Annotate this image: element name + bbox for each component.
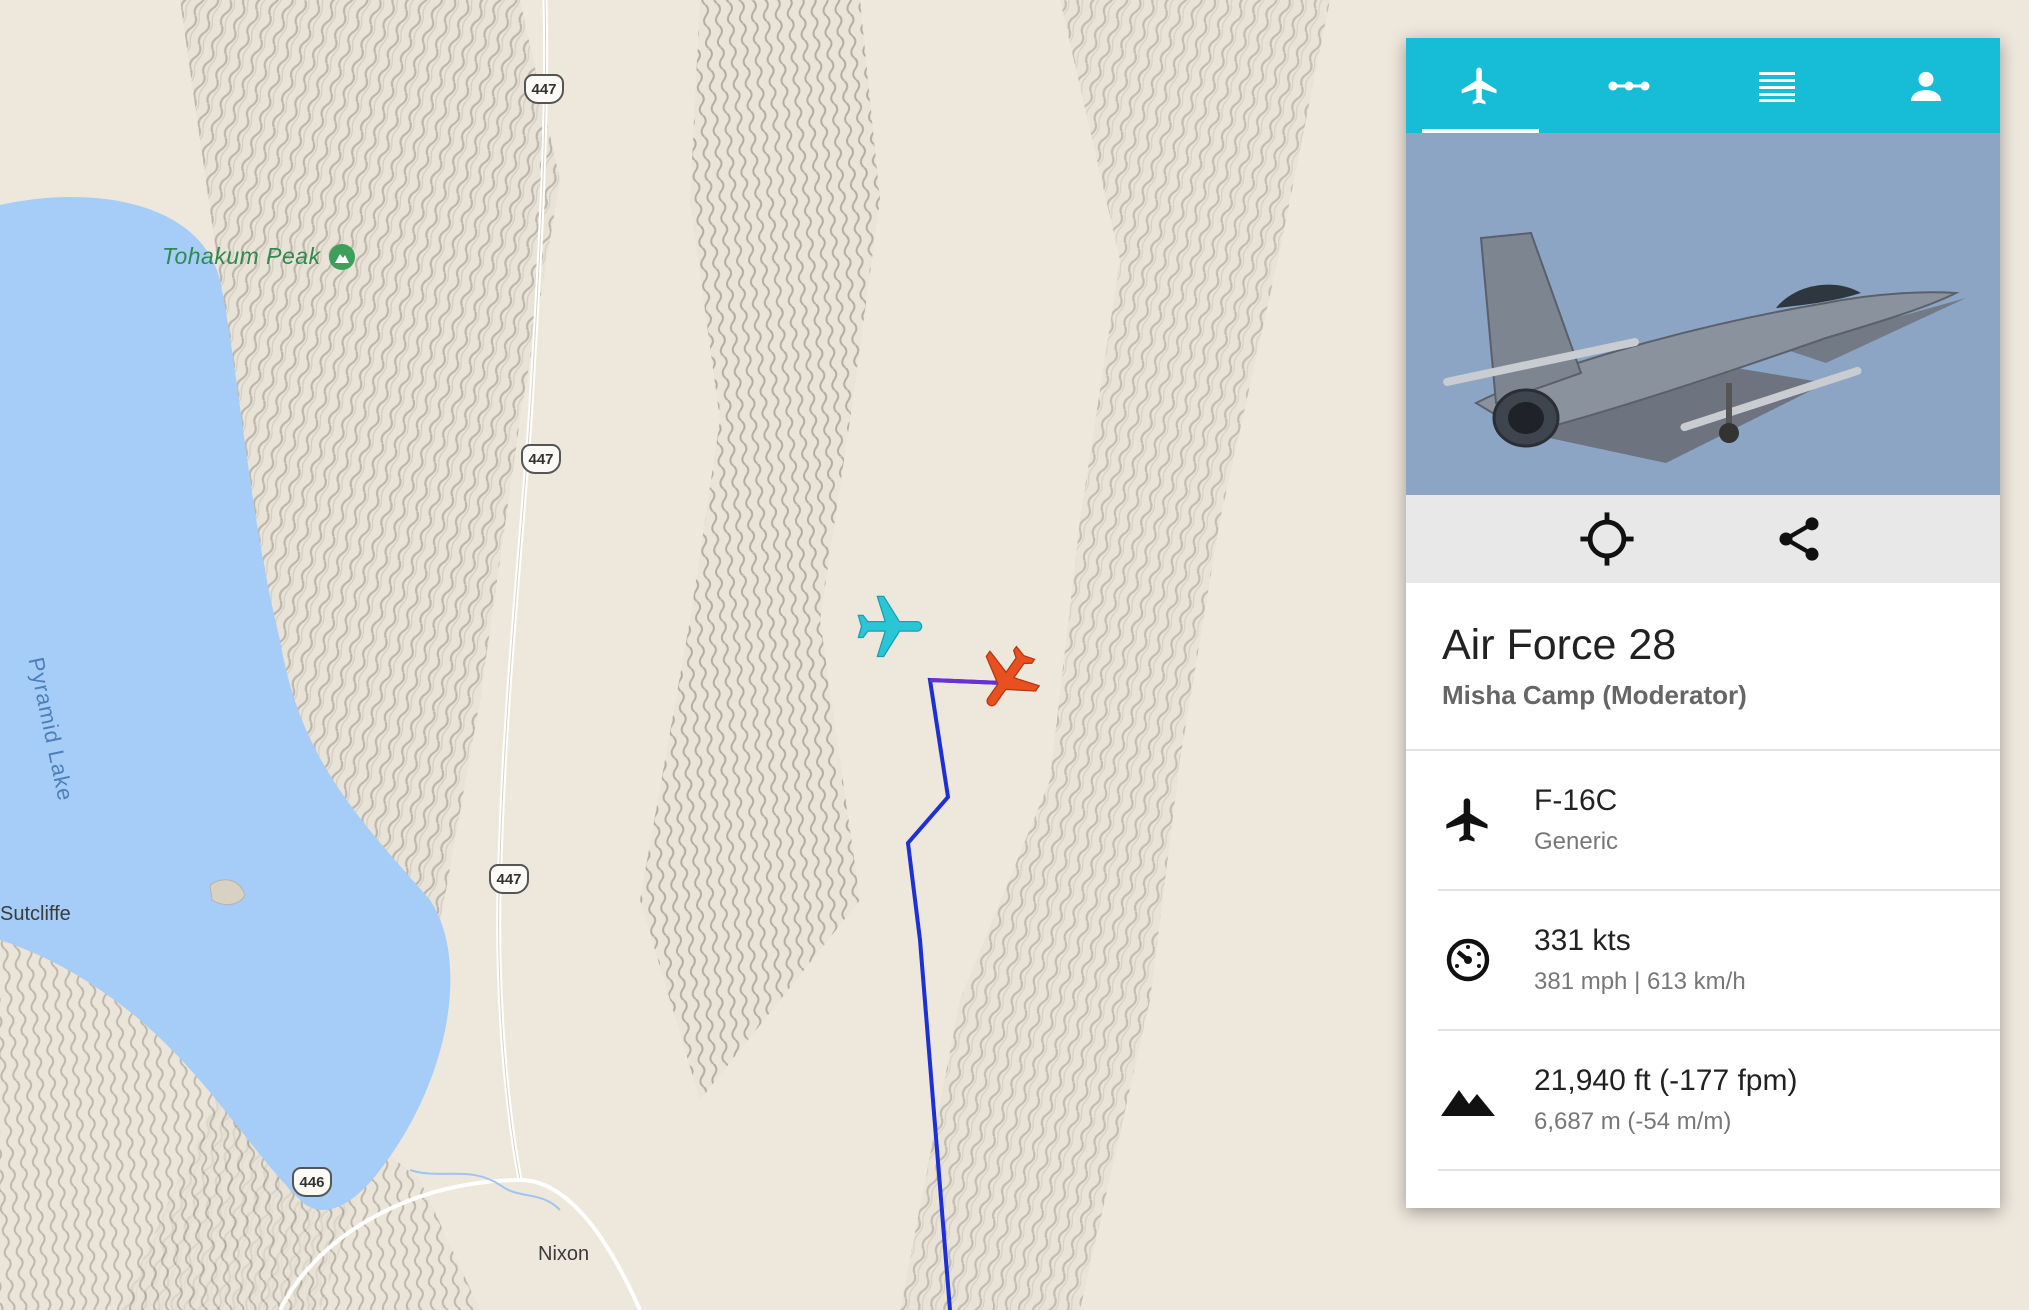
other-aircraft-marker[interactable]: [852, 590, 928, 666]
road-shield: 447: [524, 74, 564, 104]
aircraft-model: F-16C: [1534, 784, 1618, 817]
f16-jet-image: [1406, 133, 2000, 495]
locate-button[interactable]: [1577, 509, 1637, 569]
list-item-altitude: 21,940 ft (-177 fpm) 6,687 m (-54 m/m): [1438, 1031, 2000, 1171]
tab-profile[interactable]: [1852, 38, 2001, 133]
road-shield: 447: [489, 864, 529, 894]
list-item-speed: 331 kts 381 mph | 613 km/h: [1438, 891, 2000, 1031]
peak-label: Tohakum Peak: [162, 243, 355, 270]
crosshair-icon: [1580, 512, 1634, 566]
callsign: Air Force 28: [1442, 621, 1677, 669]
road-shield: 446: [292, 1167, 332, 1197]
airplane-icon: [1461, 67, 1497, 104]
speed-conversions: 381 mph | 613 km/h: [1534, 968, 1746, 995]
list-item-next: [1438, 1171, 2000, 1208]
tab-list[interactable]: [1703, 38, 1852, 133]
share-button[interactable]: [1769, 509, 1829, 569]
speed-knots: 331 kts: [1534, 924, 1631, 957]
airplane-icon: [857, 595, 923, 658]
flight-info-panel: Air Force 28 Misha Camp (Moderator) F-16…: [1406, 38, 2000, 1208]
mountain-icon: [1438, 1070, 1498, 1130]
airplane-icon: [1438, 790, 1498, 850]
aircraft-photo: [1406, 133, 2000, 495]
altitude-feet: 21,940 ft (-177 fpm): [1534, 1064, 1798, 1097]
airplane-icon: [985, 645, 1041, 707]
pilot-name: Misha Camp (Moderator): [1442, 680, 1747, 710]
altitude-meters: 6,687 m (-54 m/m): [1534, 1108, 1732, 1135]
flight-header: Air Force 28 Misha Camp (Moderator): [1406, 583, 2000, 751]
panel-tabbar: [1406, 38, 2000, 133]
aircraft-livery: Generic: [1534, 828, 1619, 855]
info-list: F-16C Generic 331 kts 381 mph | 613 km/h: [1438, 751, 2000, 1208]
selected-aircraft-marker[interactable]: [968, 640, 1044, 716]
speedometer-icon: [1438, 930, 1498, 990]
person-icon: [1910, 71, 1941, 101]
town-label-nixon: Nixon: [538, 1243, 590, 1265]
town-label-sutcliffe: Sutcliffe: [0, 903, 71, 925]
list-icon: [1759, 71, 1796, 102]
share-icon: [1779, 517, 1819, 561]
mountain-peak-icon: [328, 243, 355, 270]
tab-route[interactable]: [1555, 38, 1704, 133]
route-dots-icon: [1608, 81, 1650, 90]
list-item-aircraft: F-16C Generic: [1438, 751, 2000, 891]
tab-aircraft[interactable]: [1406, 38, 1555, 133]
road-shield: 447: [521, 444, 561, 474]
action-bar: [1406, 495, 2000, 583]
